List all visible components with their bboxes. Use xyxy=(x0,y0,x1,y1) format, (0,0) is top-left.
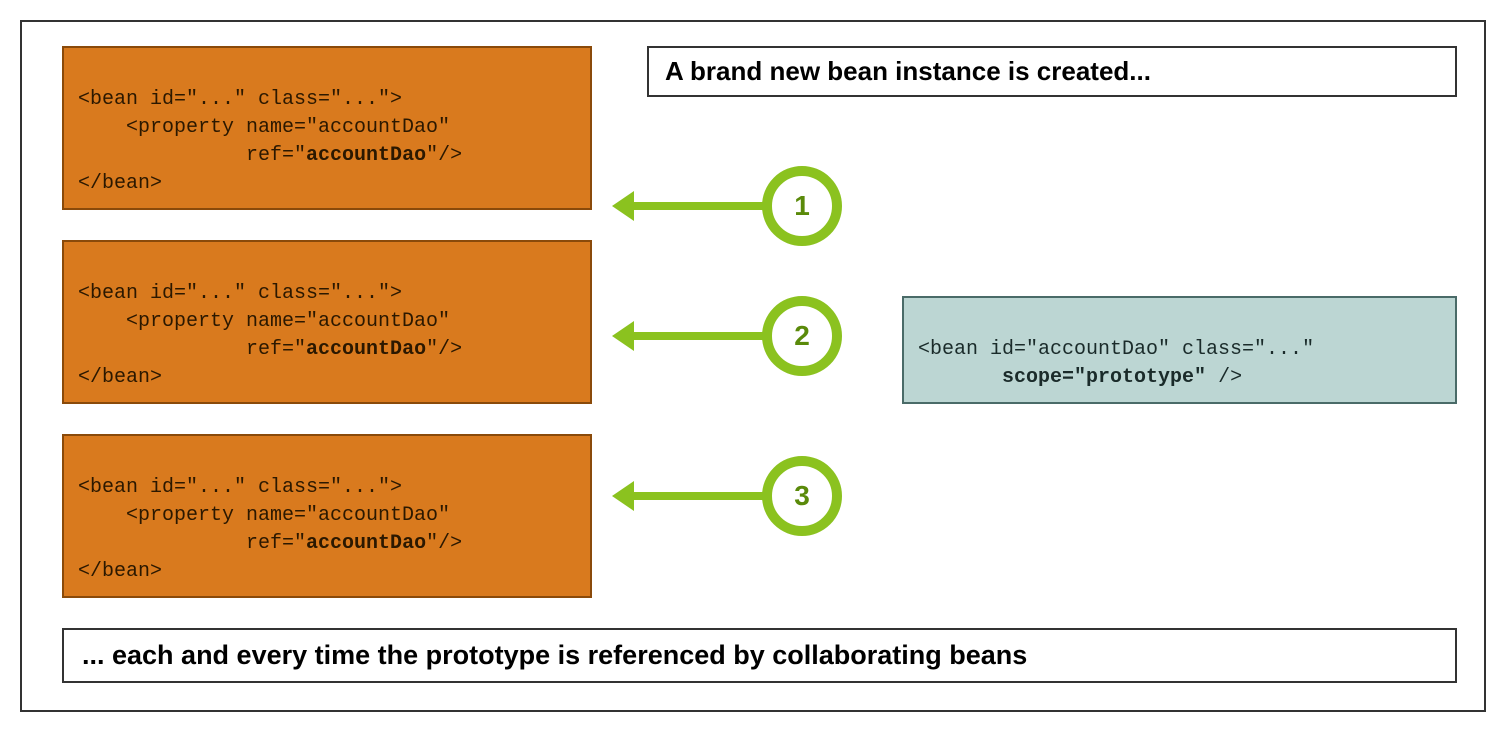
code-bold: accountDao xyxy=(306,338,426,361)
code-line: ref=" xyxy=(78,338,306,361)
code-line xyxy=(918,366,1002,389)
diagram-frame: A brand new bean instance is created... … xyxy=(20,20,1486,712)
bean-box-3: <bean id="..." class="..."> <property na… xyxy=(62,434,592,598)
code-line: <property name="accountDao" xyxy=(78,116,450,139)
code-line: </bean> xyxy=(78,172,162,195)
arrow-3 xyxy=(632,492,772,500)
code-line: </bean> xyxy=(78,366,162,389)
code-line: ref=" xyxy=(78,532,306,555)
arrow-1 xyxy=(632,202,772,210)
code-bold: accountDao xyxy=(306,144,426,167)
code-line: <bean id="..." class="..."> xyxy=(78,88,402,111)
footer-text: ... each and every time the prototype is… xyxy=(82,640,1027,670)
code-line: ref=" xyxy=(78,144,306,167)
code-line: </bean> xyxy=(78,560,162,583)
step-circle-1: 1 xyxy=(762,166,842,246)
step-number: 3 xyxy=(794,480,810,512)
bean-box-2: <bean id="..." class="..."> <property na… xyxy=(62,240,592,404)
code-line: /> xyxy=(1206,366,1242,389)
step-number: 1 xyxy=(794,190,810,222)
code-line: "/> xyxy=(426,144,462,167)
code-line: <property name="accountDao" xyxy=(78,310,450,333)
footer-box: ... each and every time the prototype is… xyxy=(62,628,1457,683)
code-line: <bean id="..." class="..."> xyxy=(78,282,402,305)
step-circle-3: 3 xyxy=(762,456,842,536)
title-text: A brand new bean instance is created... xyxy=(665,56,1151,86)
code-line: "/> xyxy=(426,532,462,555)
prototype-definition-box: <bean id="accountDao" class="..." scope=… xyxy=(902,296,1457,404)
code-line: "/> xyxy=(426,338,462,361)
code-line: <bean id="..." class="..."> xyxy=(78,476,402,499)
bean-box-1: <bean id="..." class="..."> <property na… xyxy=(62,46,592,210)
step-circle-2: 2 xyxy=(762,296,842,376)
title-box: A brand new bean instance is created... xyxy=(647,46,1457,97)
code-line: <bean id="accountDao" class="..." xyxy=(918,338,1314,361)
code-bold: accountDao xyxy=(306,532,426,555)
code-line: <property name="accountDao" xyxy=(78,504,450,527)
code-bold: scope="prototype" xyxy=(1002,366,1206,389)
arrow-2 xyxy=(632,332,772,340)
step-number: 2 xyxy=(794,320,810,352)
